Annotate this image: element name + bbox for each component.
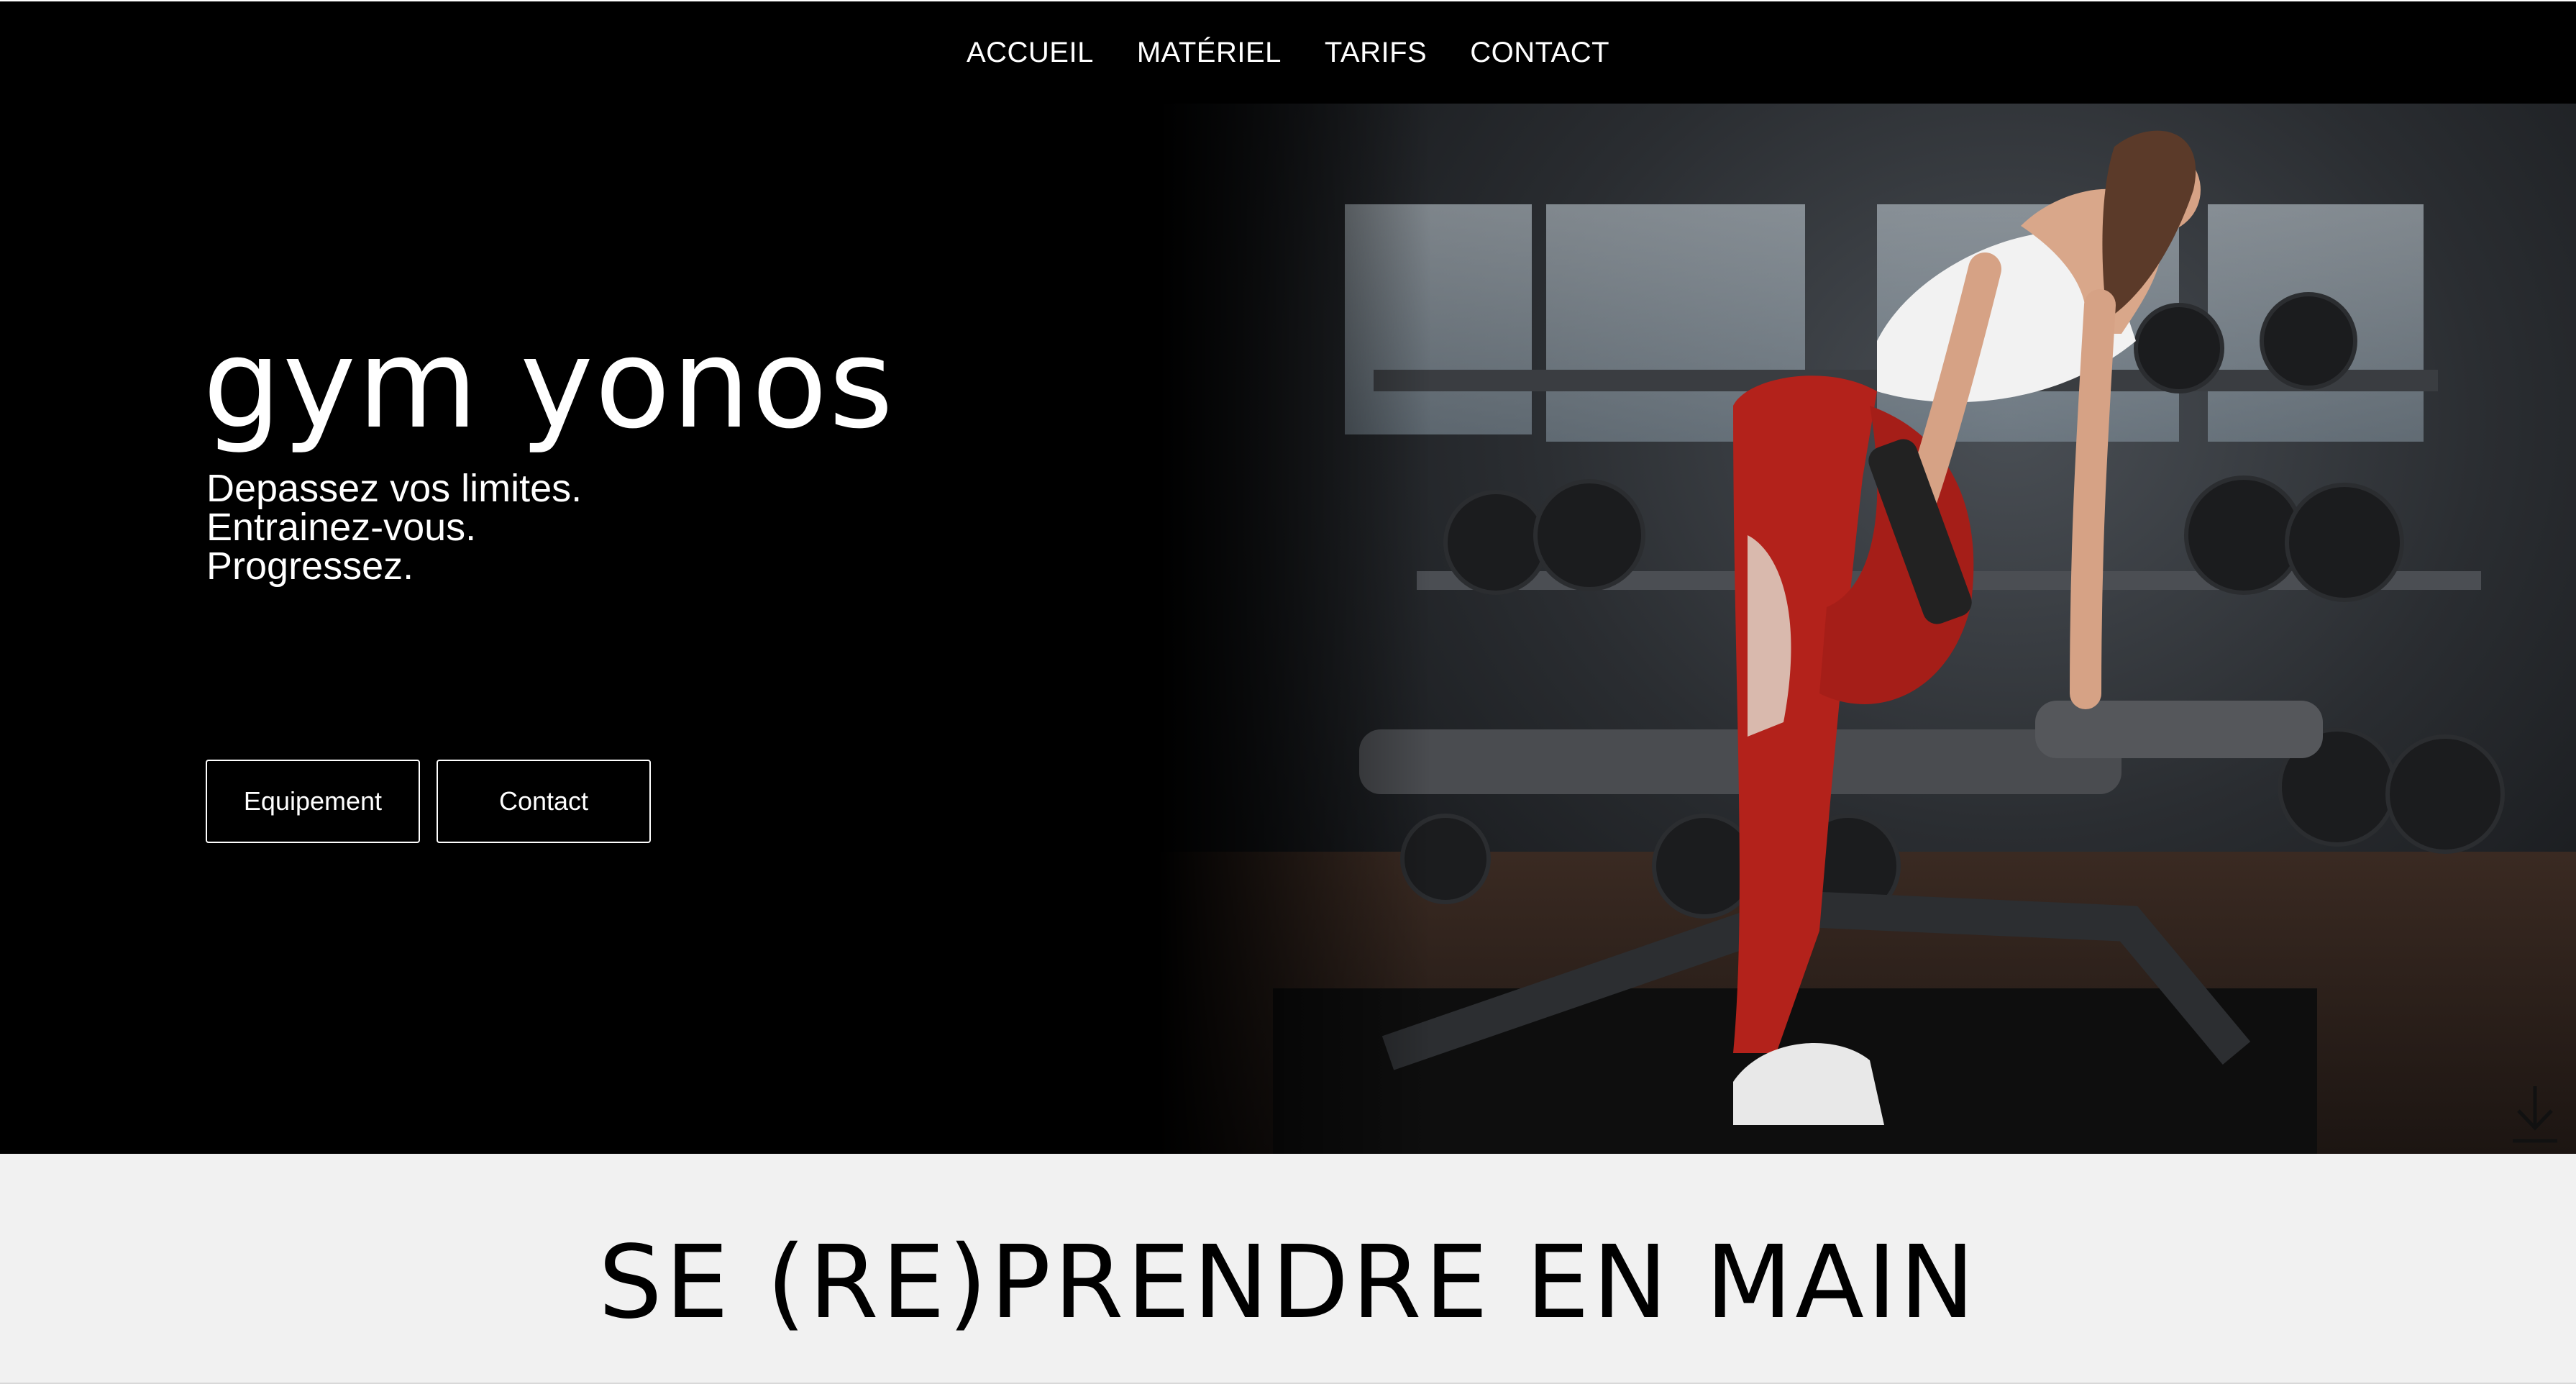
brand-title: gym yonos (203, 311, 895, 456)
contact-button[interactable]: Contact (437, 760, 651, 843)
download-arrow-icon[interactable] (2510, 1082, 2560, 1147)
tagline-line-3: Progressez. (206, 545, 414, 588)
hero-tagline: Depassez vos limites. Entrainez-vous. Pr… (206, 469, 582, 586)
nav-materiel[interactable]: MATÉRIEL (1137, 37, 1282, 69)
top-navigation: ACCUEIL MATÉRIEL TARIFS CONTACT (0, 0, 2576, 104)
equipment-button[interactable]: Equipement (206, 760, 420, 843)
nav-tarifs[interactable]: TARIFS (1325, 37, 1427, 69)
intro-section: SE (RE)PRENDRE EN MAIN (0, 1154, 2576, 1384)
tagline-line-1: Depassez vos limites. (206, 467, 583, 510)
tagline-line-2: Entrainez-vous. (206, 506, 477, 549)
section-heading: SE (RE)PRENDRE EN MAIN (598, 1224, 1978, 1342)
gym-hero-photo (1158, 104, 2576, 1154)
hero-section: gym yonos Depassez vos limites. Entraine… (0, 104, 2576, 1154)
nav-contact[interactable]: CONTACT (1470, 37, 1609, 69)
athlete-illustration (1359, 130, 2505, 1125)
nav-accueil[interactable]: ACCUEIL (967, 37, 1094, 69)
